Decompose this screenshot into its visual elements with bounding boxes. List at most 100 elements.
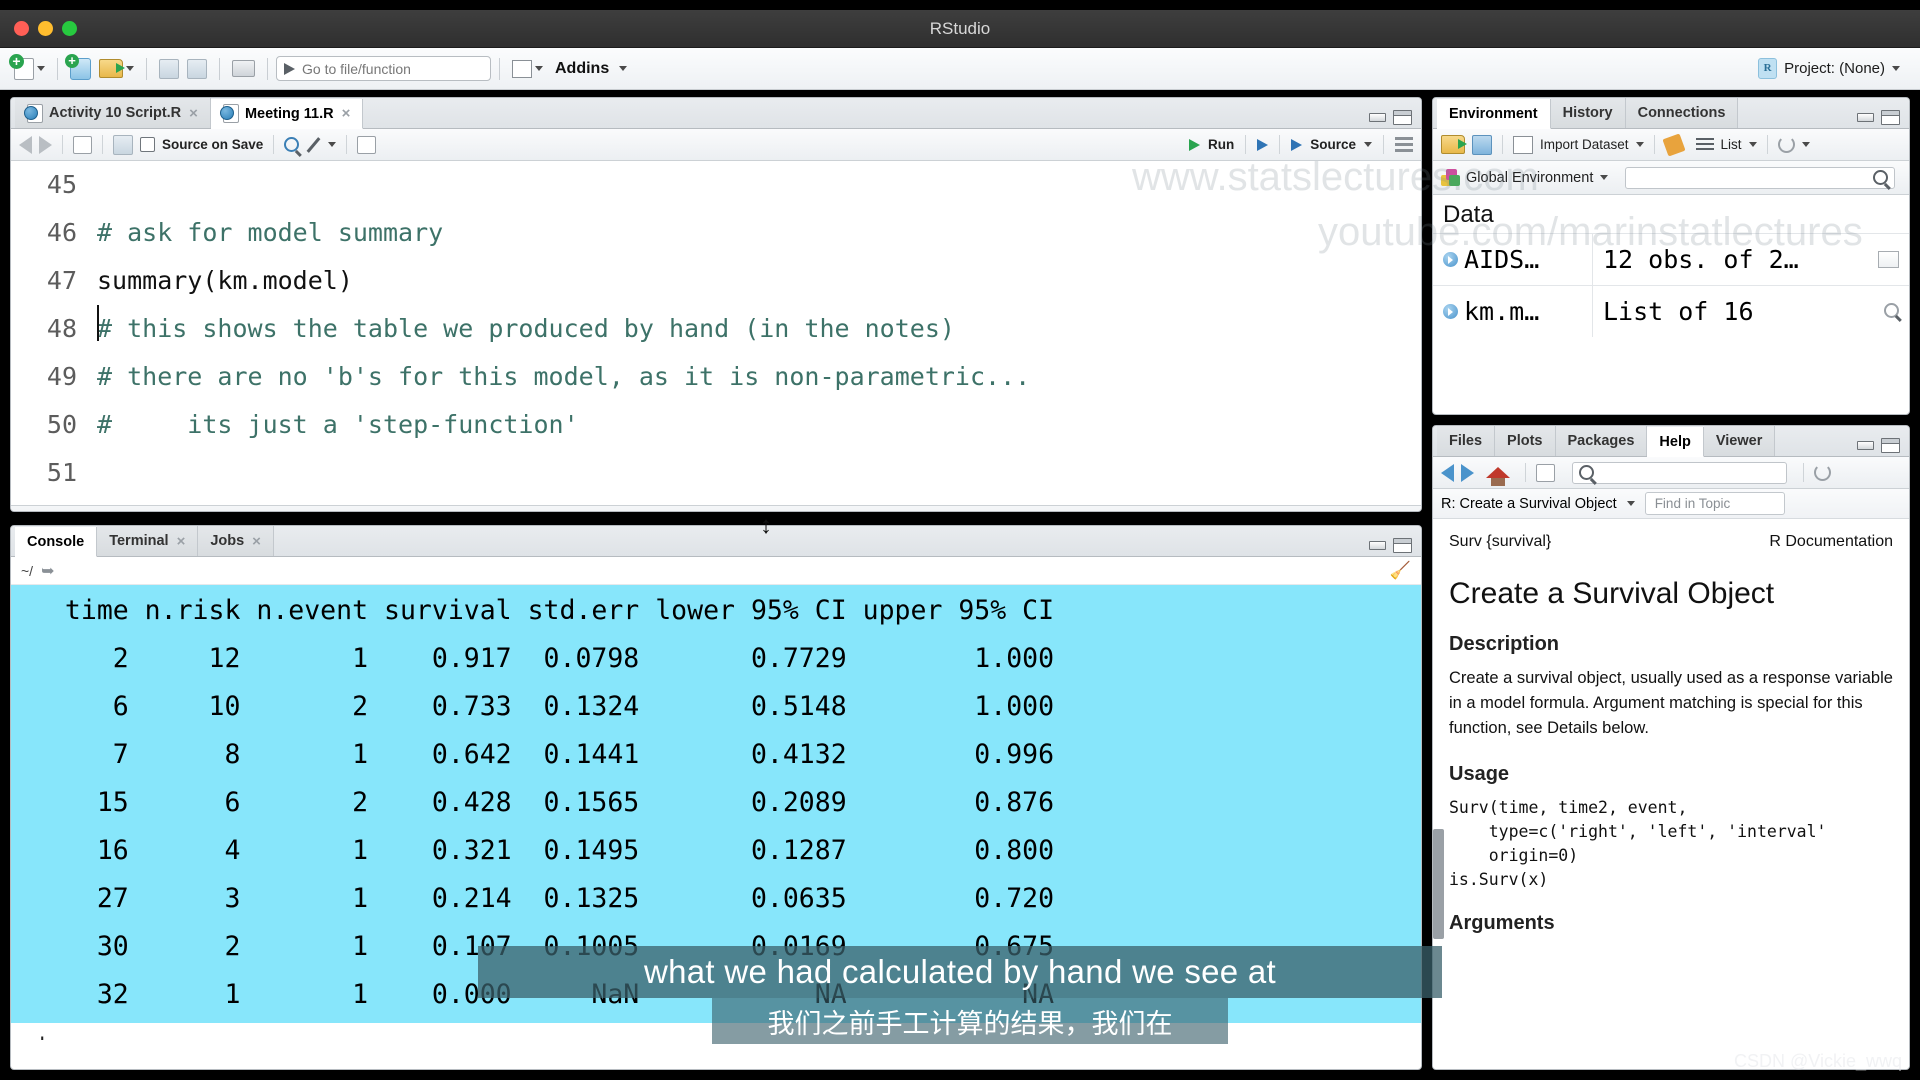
- code-line: 47 summary(km.model): [11, 257, 1421, 305]
- toolbar-divider: [1279, 135, 1281, 154]
- outline-icon[interactable]: [1395, 136, 1413, 153]
- chevron-down-icon[interactable]: [1801, 142, 1810, 147]
- open-file-button[interactable]: [95, 57, 138, 80]
- code-editor[interactable]: 45 46 # ask for model summary 47 summary…: [11, 161, 1421, 505]
- console-table-row: 7 8 1 0.642 0.1441 0.4132 0.996: [33, 739, 1055, 770]
- working-directory-path[interactable]: ~/: [21, 563, 33, 579]
- workspace-panes-button[interactable]: [508, 58, 547, 80]
- tab-connections[interactable]: Connections: [1625, 98, 1739, 128]
- minimize-pane-icon[interactable]: [1857, 441, 1874, 450]
- popout-source-icon[interactable]: [73, 135, 92, 154]
- file-type-selector[interactable]: R Script ↕: [1352, 512, 1411, 513]
- code-tools-icon[interactable]: [306, 136, 321, 153]
- compile-report-icon[interactable]: [357, 135, 377, 154]
- chevron-down-icon[interactable]: [126, 66, 134, 71]
- source-tab-activity-10-script[interactable]: Activity 10 Script.R ×: [15, 98, 211, 128]
- goto-file-function-input[interactable]: Go to file/function: [276, 56, 491, 81]
- global-environment-selector[interactable]: Global Environment: [1441, 168, 1609, 187]
- tab-packages[interactable]: Packages: [1555, 426, 1648, 456]
- expand-object-icon[interactable]: [1443, 304, 1458, 319]
- help-popout-icon[interactable]: [1536, 463, 1555, 482]
- source-tab-label: Meeting 11.R: [244, 105, 334, 122]
- tab-environment[interactable]: Environment: [1437, 99, 1551, 129]
- save-button[interactable]: [155, 57, 183, 81]
- load-workspace-icon[interactable]: [1441, 135, 1467, 154]
- environment-section-header: Data: [1443, 201, 1494, 228]
- chevron-down-icon[interactable]: [1635, 142, 1644, 147]
- tab-files[interactable]: Files: [1437, 426, 1496, 456]
- chevron-down-icon[interactable]: [1364, 142, 1372, 147]
- tab-terminal[interactable]: Terminal ×: [97, 526, 199, 556]
- environment-search-input[interactable]: [1625, 166, 1895, 189]
- pane-resize-handle[interactable]: ↕: [760, 512, 772, 540]
- tab-plots[interactable]: Plots: [1495, 426, 1556, 456]
- addins-button[interactable]: Addins: [551, 58, 613, 80]
- chevron-down-icon[interactable]: [328, 142, 337, 147]
- tab-console[interactable]: Console: [15, 527, 98, 557]
- maximize-pane-icon[interactable]: [1881, 438, 1900, 453]
- minimize-pane-icon[interactable]: [1369, 541, 1386, 550]
- tab-jobs[interactable]: Jobs ×: [198, 526, 274, 556]
- new-project-button[interactable]: [65, 53, 95, 82]
- close-tab-icon[interactable]: ×: [177, 533, 186, 550]
- help-scrollbar[interactable]: [1433, 829, 1444, 939]
- save-all-button[interactable]: [183, 57, 211, 81]
- source-tab-meeting-11[interactable]: Meeting 11.R ×: [210, 99, 364, 129]
- maximize-pane-icon[interactable]: [1881, 110, 1900, 125]
- expand-object-icon[interactable]: [1443, 252, 1458, 267]
- source-button[interactable]: Source: [1310, 137, 1356, 152]
- view-mode-button[interactable]: List: [1721, 137, 1742, 152]
- help-document[interactable]: Surv {survival} R Documentation Create a…: [1433, 519, 1909, 1069]
- help-search-input[interactable]: [1572, 461, 1787, 484]
- tab-help[interactable]: Help: [1647, 427, 1704, 457]
- source-on-save-checkbox[interactable]: [140, 137, 155, 152]
- code-line: 51: [11, 449, 1421, 497]
- minimize-pane-icon[interactable]: [1857, 113, 1874, 122]
- chevron-down-icon[interactable]: [1892, 66, 1900, 71]
- help-forward-icon[interactable]: [1461, 463, 1474, 482]
- close-tab-icon[interactable]: ×: [342, 105, 351, 122]
- find-in-topic-input[interactable]: Find in Topic: [1644, 492, 1785, 515]
- help-back-icon[interactable]: [1441, 463, 1454, 482]
- save-workspace-icon[interactable]: [1472, 134, 1492, 155]
- print-button[interactable]: [228, 58, 259, 79]
- chevron-down-icon[interactable]: [535, 66, 543, 71]
- forward-icon[interactable]: [39, 135, 52, 154]
- rerun-icon[interactable]: [1257, 138, 1269, 151]
- clear-workspace-icon[interactable]: [1662, 132, 1686, 157]
- source-tab-bar: Activity 10 Script.R × Meeting 11.R ×: [11, 98, 1421, 129]
- help-home-icon[interactable]: [1486, 467, 1510, 486]
- help-pane-controls: [1857, 438, 1909, 456]
- environment-row-km-model[interactable]: km.m… List of 16: [1433, 285, 1909, 337]
- console-tab-label: Console: [27, 533, 85, 550]
- new-file-button[interactable]: [9, 53, 49, 82]
- import-dataset-button[interactable]: Import Dataset: [1540, 137, 1629, 152]
- save-icon[interactable]: [113, 134, 133, 155]
- search-icon: [1873, 170, 1888, 185]
- chevron-down-icon[interactable]: [37, 66, 45, 71]
- find-replace-icon[interactable]: [284, 137, 300, 152]
- chevron-down-icon[interactable]: [1600, 175, 1609, 180]
- run-button[interactable]: Run: [1208, 137, 1234, 152]
- back-icon[interactable]: [19, 135, 32, 154]
- open-directory-icon[interactable]: ➥: [41, 561, 54, 581]
- maximize-pane-icon[interactable]: [1393, 538, 1412, 553]
- environment-row-aids[interactable]: AIDS… 12 obs. of 2…: [1433, 233, 1909, 285]
- chevron-down-icon[interactable]: [1626, 501, 1635, 506]
- magnifier-icon[interactable]: [1884, 301, 1899, 323]
- clear-console-icon[interactable]: 🧹: [1390, 561, 1411, 581]
- close-tab-icon[interactable]: ×: [189, 105, 198, 122]
- table-view-icon[interactable]: [1878, 251, 1899, 268]
- chevron-down-icon[interactable]: [1748, 142, 1757, 147]
- maximize-pane-icon[interactable]: [1393, 110, 1412, 125]
- code-scope-label[interactable]: (Untitled): [92, 512, 147, 513]
- tab-history[interactable]: History: [1550, 98, 1626, 128]
- close-tab-icon[interactable]: ×: [252, 533, 261, 550]
- help-topic-selector[interactable]: R: Create a Survival Object: [1441, 496, 1617, 512]
- chevron-down-icon[interactable]: [619, 66, 628, 71]
- minimize-pane-icon[interactable]: [1369, 113, 1386, 122]
- tab-viewer[interactable]: Viewer: [1703, 426, 1776, 456]
- help-refresh-icon[interactable]: [1814, 464, 1831, 481]
- refresh-icon[interactable]: [1777, 136, 1795, 153]
- project-selector[interactable]: R Project: (None): [1758, 58, 1910, 79]
